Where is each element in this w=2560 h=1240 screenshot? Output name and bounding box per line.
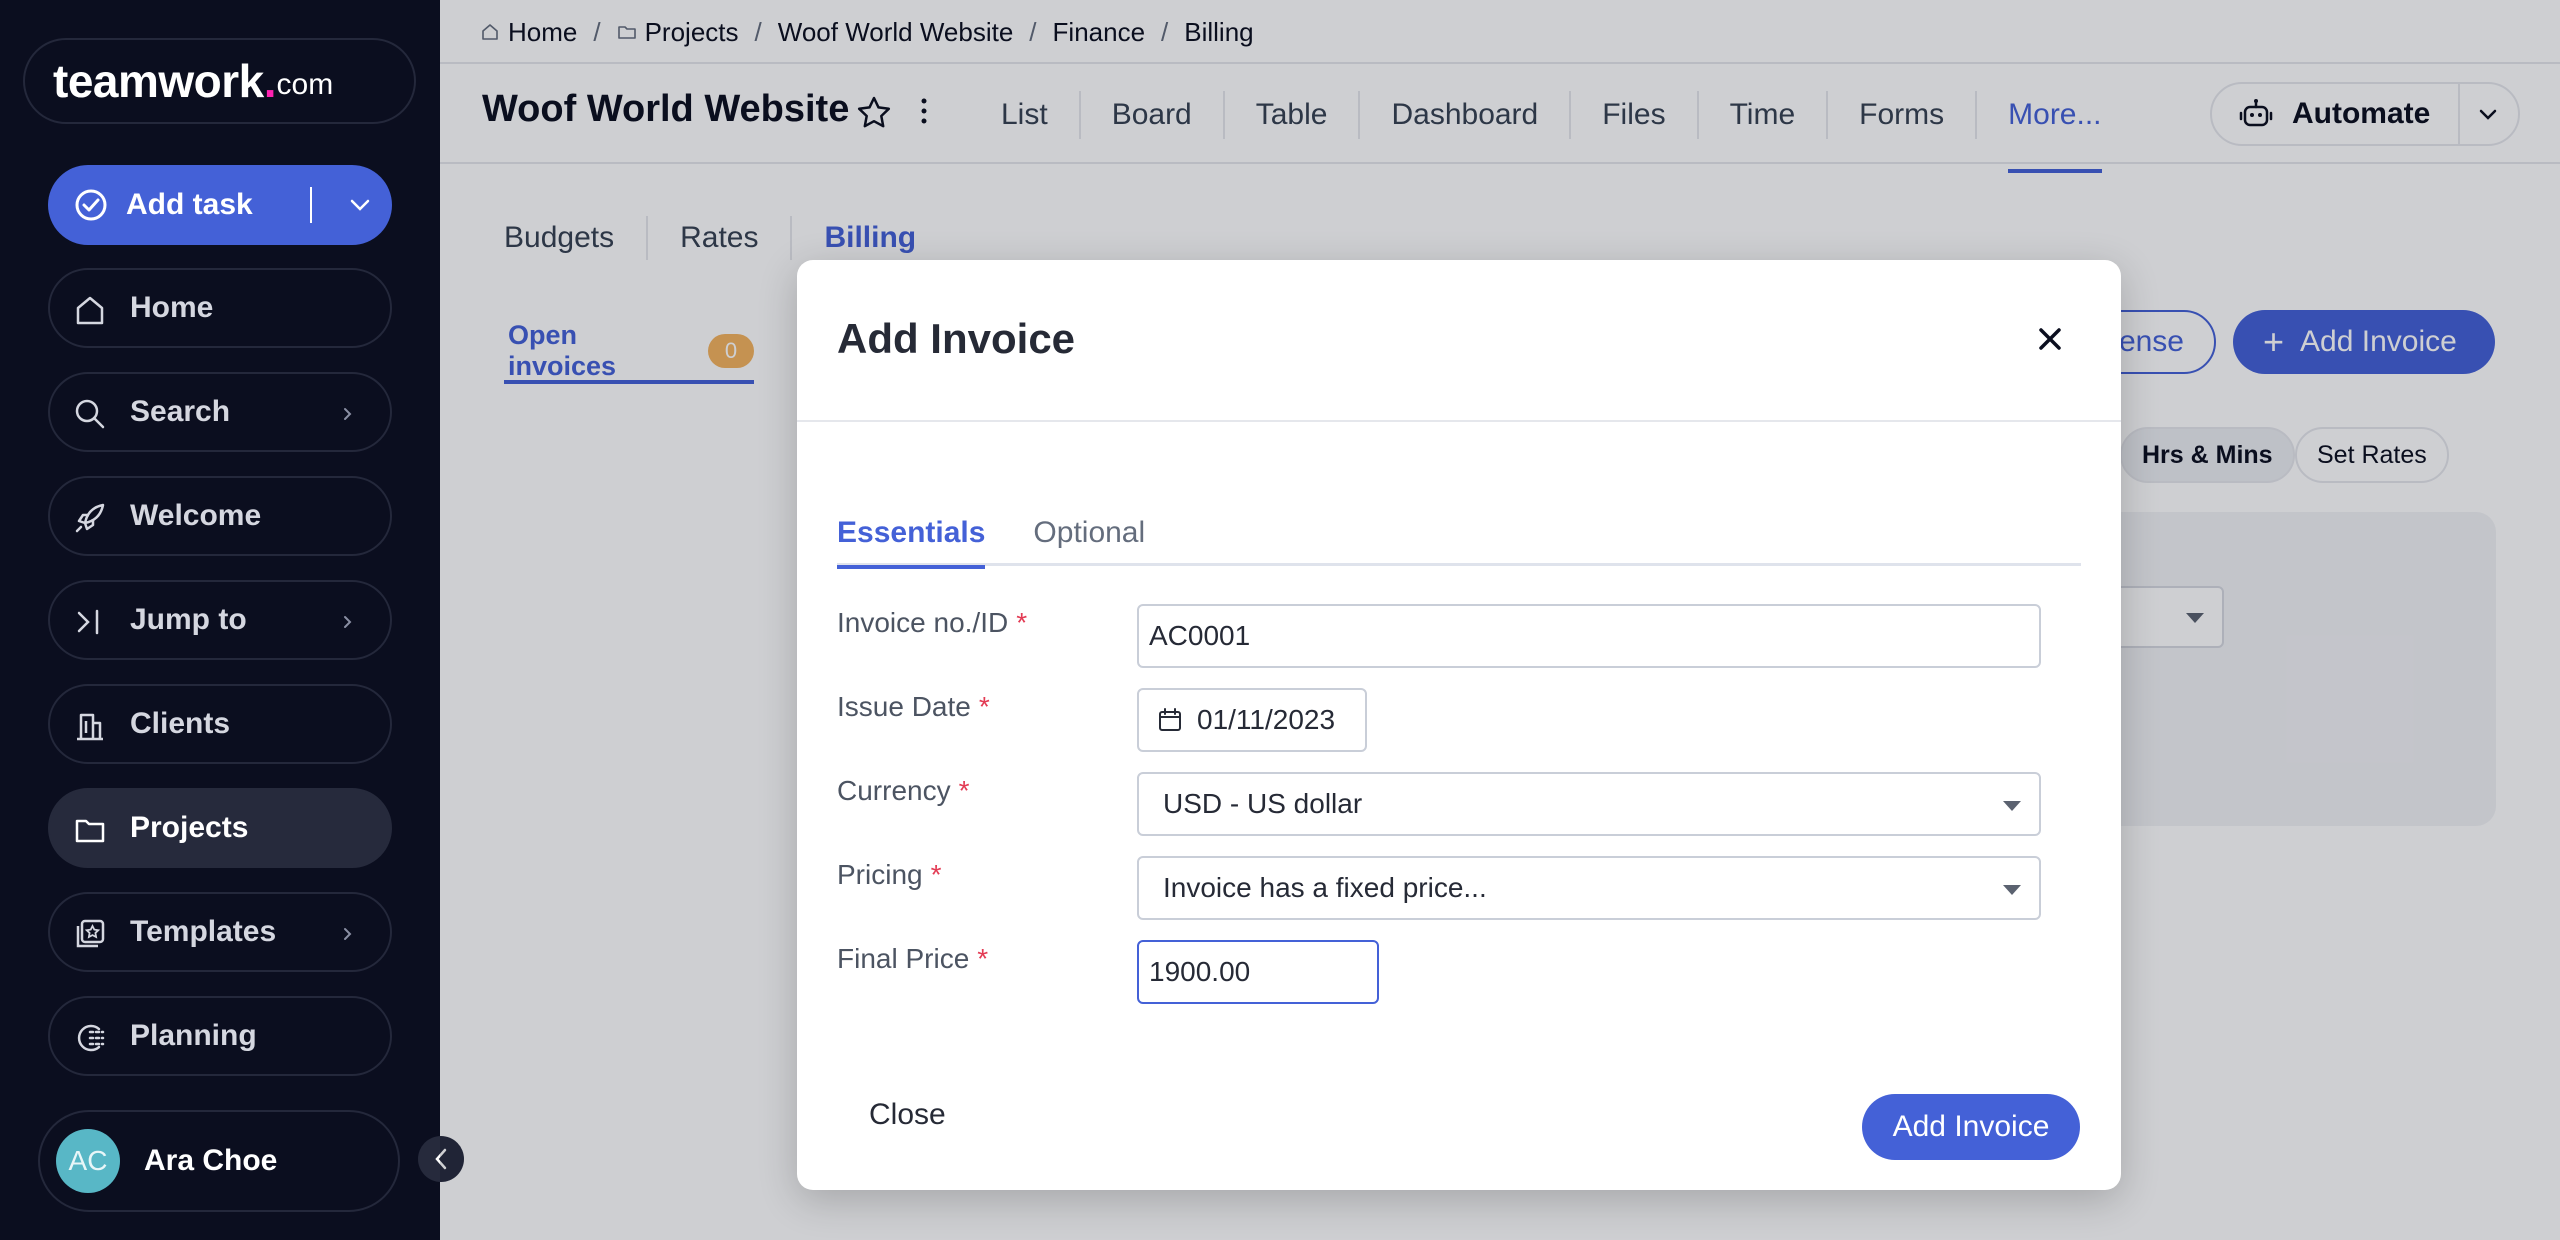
issue-date-value: 01/11/2023: [1197, 704, 1336, 735]
currency-label: Currency *: [837, 775, 970, 806]
divider: [797, 420, 2121, 422]
logo-suffix: com: [276, 68, 334, 101]
add-task-label: Add task: [126, 188, 253, 221]
final-price-label: Final Price *: [837, 943, 989, 974]
folder-icon: [75, 819, 105, 843]
building-icon: [77, 713, 103, 741]
required-mark: *: [930, 859, 942, 890]
logo-text: teamwork: [53, 55, 264, 107]
caret-down-icon: [2003, 801, 2021, 811]
sidebar-item-home[interactable]: Home: [48, 268, 392, 348]
modal-title: Add Invoice: [837, 315, 1076, 362]
sidebar-item-templates[interactable]: Templates: [48, 892, 392, 972]
sidebar-item-search[interactable]: Search: [48, 372, 392, 452]
calendar-icon: [1159, 708, 1181, 731]
invoice-id-label: Invoice no./ID *: [837, 607, 1028, 638]
sidebar-item-label: Search: [130, 395, 231, 428]
chevron-right-icon: [344, 408, 352, 420]
pricing-select[interactable]: Invoice has a fixed price...: [1137, 856, 2041, 920]
pricing-label: Pricing *: [837, 859, 942, 890]
sidebar-item-label: Clients: [130, 707, 231, 740]
required-mark: *: [978, 691, 990, 722]
chevron-down-icon: [350, 199, 370, 211]
add-task-button[interactable]: Add task: [48, 165, 392, 245]
caret-down-icon: [2003, 885, 2021, 895]
pricing-value: Invoice has a fixed price...: [1163, 872, 1487, 903]
required-mark: *: [1016, 607, 1028, 638]
add-task-separator: [310, 187, 312, 223]
check-circle-icon: [75, 189, 107, 221]
user-profile[interactable]: AC Ara Choe: [38, 1110, 400, 1212]
search-icon: [75, 399, 105, 429]
add-task-dropdown[interactable]: [340, 165, 380, 245]
tab-essentials[interactable]: Essentials: [837, 500, 986, 569]
planning-icon: [77, 1024, 105, 1052]
tab-optional[interactable]: Optional: [1033, 500, 1145, 566]
chevron-right-icon: [344, 616, 352, 628]
issue-date-input[interactable]: 01/11/2023: [1137, 688, 1367, 752]
close-button[interactable]: Close: [869, 1098, 946, 1132]
jump-icon: [77, 609, 99, 635]
sidebar-item-label: Home: [130, 291, 214, 324]
currency-value: USD - US dollar: [1163, 788, 1363, 819]
sidebar-item-label: Templates: [130, 915, 277, 948]
add-invoice-button[interactable]: Add Invoice: [1862, 1094, 2080, 1160]
sidebar-item-label: Jump to: [130, 603, 247, 636]
avatar: AC: [56, 1129, 120, 1193]
sidebar-item-planning[interactable]: Planning: [48, 996, 392, 1076]
templates-icon: [76, 919, 105, 948]
final-price-input[interactable]: 1900.00: [1137, 940, 1379, 1004]
add-invoice-modal: Add Invoice Essentials Optional Invoice …: [797, 260, 2121, 1190]
sidebar-item-welcome[interactable]: Welcome: [48, 476, 392, 556]
modal-tabs: Essentials Optional: [837, 500, 2081, 569]
teamwork-logo[interactable]: teamwork. com: [23, 38, 416, 124]
invoice-id-input[interactable]: AC0001: [1137, 604, 2041, 668]
home-icon: [76, 296, 104, 325]
chevron-right-icon: [344, 928, 352, 940]
sidebar: teamwork. com Add task Home Search Welcom…: [0, 0, 440, 1240]
user-name: Ara Choe: [144, 1144, 278, 1177]
sidebar-item-clients[interactable]: Clients: [48, 684, 392, 764]
sidebar-item-projects[interactable]: Projects: [48, 788, 392, 868]
required-mark: *: [977, 943, 989, 974]
currency-select[interactable]: USD - US dollar: [1137, 772, 2041, 836]
sidebar-item-jump-to[interactable]: Jump to: [48, 580, 392, 660]
issue-date-label: Issue Date *: [837, 691, 990, 722]
close-icon[interactable]: [2035, 324, 2065, 354]
sidebar-item-label: Projects: [130, 811, 249, 844]
sidebar-item-label: Planning: [130, 1019, 257, 1052]
required-mark: *: [958, 775, 970, 806]
rocket-icon: [75, 503, 105, 533]
logo-dot: .: [263, 55, 277, 107]
sidebar-item-label: Welcome: [130, 499, 262, 532]
